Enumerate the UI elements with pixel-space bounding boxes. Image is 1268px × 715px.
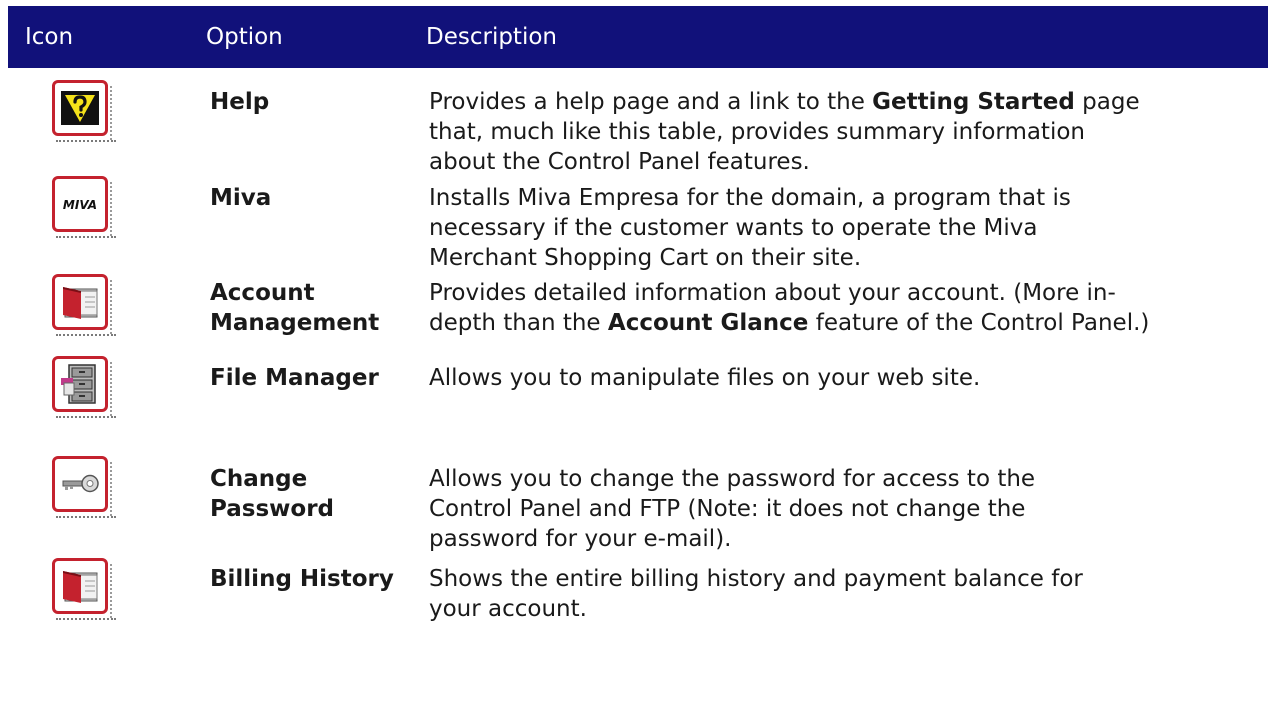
description-line: that, much like this table, provides sum… [429, 119, 1085, 145]
description-line: about the Control Panel features. [429, 149, 810, 175]
description-line: Merchant Shopping Cart on their site. [429, 245, 862, 271]
svg-text:MIVA: MIVA [63, 198, 97, 212]
file-cabinet-icon[interactable] [52, 356, 116, 420]
description-line: depth than the Account Glance feature of… [429, 308, 1264, 338]
key-icon[interactable] [52, 456, 116, 520]
option-file-manager: File Manager [210, 363, 420, 393]
account-book-graphic [63, 287, 98, 319]
description-line: necessary if the customer wants to opera… [429, 215, 1038, 241]
billing-book-graphic [63, 571, 98, 603]
description-help: Provides a help page and a link to the G… [429, 87, 1264, 177]
description-line: Control Panel and FTP (Note: it does not… [429, 496, 1026, 522]
option-label: Billing History [210, 566, 394, 592]
help-icon-graphic [61, 91, 99, 125]
help-icon[interactable] [52, 80, 116, 144]
option-label: Password [210, 496, 334, 522]
option-billing-history: Billing History [210, 564, 420, 594]
description-text: depth than the [429, 310, 608, 336]
description-line: Shows the entire billing history and pay… [429, 566, 1083, 592]
description-line: password for your e-mail). [429, 526, 732, 552]
description-line: Installs Miva Empresa for the domain, a … [429, 185, 1071, 211]
option-label: Management [210, 310, 380, 336]
book-icon[interactable] [52, 274, 116, 338]
description-file-manager: Allows you to manipulate files on your w… [429, 363, 1264, 393]
getting-started-link-text: Getting Started [872, 89, 1075, 115]
description-line: Provides detailed information about your… [429, 280, 1116, 306]
description-account-management: Provides detailed information about your… [429, 278, 1264, 338]
option-help: Help [210, 87, 420, 117]
description-miva: Installs Miva Empresa for the domain, a … [429, 183, 1264, 273]
description-text: page [1074, 89, 1140, 115]
description-change-password: Allows you to change the password for ac… [429, 464, 1264, 554]
account-glance-text: Account Glance [607, 310, 809, 336]
description-line: Allows you to manipulate files on your w… [429, 365, 981, 391]
header-icon-column: Icon [25, 24, 74, 50]
header-option-column: Option [206, 24, 283, 50]
option-miva: Miva [210, 183, 420, 213]
option-label: Change [210, 466, 308, 492]
miva-icon[interactable]: MIVA [52, 176, 116, 240]
header-description-column: Description [426, 24, 557, 50]
description-line: Provides a help page and a link to the G… [429, 87, 1264, 117]
option-label: Miva [210, 185, 272, 211]
file-cabinet-graphic [61, 364, 96, 404]
description-text: Provides a help page and a link to the [429, 89, 873, 115]
option-account-management: Account Management [210, 278, 420, 338]
description-text: feature of the Control Panel.) [808, 310, 1150, 336]
features-table: Icon Option Description Help Provides a … [8, 6, 1268, 622]
option-change-password: Change Password [210, 464, 420, 524]
option-label: Account [210, 280, 315, 306]
description-line: Allows you to change the password for ac… [429, 466, 1036, 492]
key-graphic [62, 474, 99, 493]
option-label: Help [210, 89, 270, 115]
table-header: Icon Option Description [8, 6, 1268, 68]
miva-icon-graphic: MIVA [63, 198, 97, 212]
description-billing-history: Shows the entire billing history and pay… [429, 564, 1264, 624]
description-line: your account. [429, 596, 587, 622]
book-icon[interactable] [52, 558, 116, 622]
option-label: File Manager [210, 365, 379, 391]
